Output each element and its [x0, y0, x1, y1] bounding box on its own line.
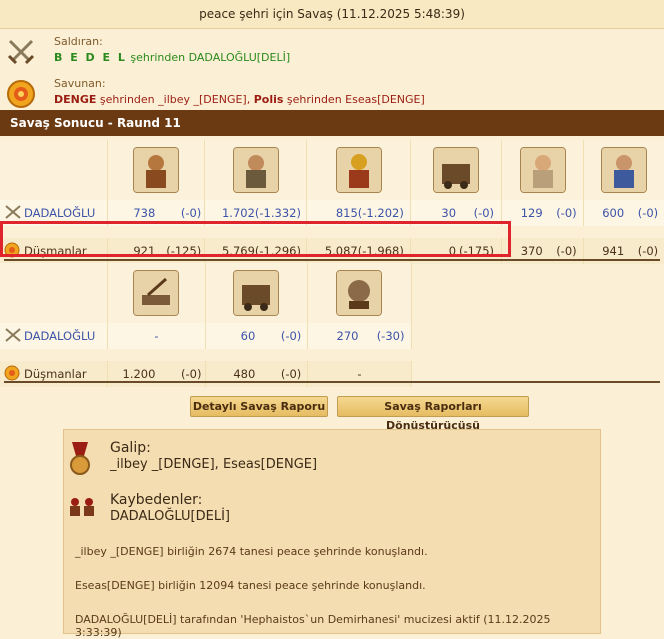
spacer: [0, 349, 412, 361]
shield-emblem-icon: [7, 80, 35, 108]
crossed-swords-icon: [7, 39, 35, 65]
spearman-unit-icon: [601, 147, 648, 193]
battle-result-header: Savaş Sonucu - Raund 11: [0, 110, 664, 136]
attacker-rest[interactable]: şehrinden DADALOĞLU[DELİ]: [127, 51, 290, 64]
attacker-name-link[interactable]: DADALOĞLU: [24, 206, 95, 220]
table-cell: 60 (-0): [205, 323, 308, 349]
table-cell: 600 (-0): [583, 200, 664, 226]
divider: [4, 381, 660, 383]
units-table-2: DADALOĞLU - 60 (-0) 270 (-30) Düşmanlar 1.…: [0, 263, 413, 387]
highlight-box: [0, 221, 511, 257]
engine-unit-icon: [336, 270, 383, 316]
shield-emblem-icon: [4, 365, 20, 381]
divider: [4, 259, 660, 261]
phalanx-unit-icon: [335, 147, 382, 193]
defender-mid1[interactable]: şehrinden _ilbey _[DENGE],: [96, 93, 253, 106]
attacker-player-link[interactable]: B E D E L: [54, 51, 127, 64]
catapult-unit-icon: [133, 270, 180, 316]
medal-icon: [70, 442, 90, 475]
attacker-line: B E D E L şehrinden DADALOĞLU[DELİ]: [54, 51, 290, 64]
table-cell: -: [307, 361, 413, 387]
attacker-label: Saldıran:: [54, 35, 103, 48]
attacker-section: Saldıran: B E D E L şehrinden DADALOĞLU[…: [0, 31, 664, 71]
crossed-swords-icon: [5, 328, 21, 342]
siege-unit-icon: [233, 270, 280, 316]
loser-label: Kaybedenler:: [110, 492, 203, 508]
defender-row-label: Düşmanlar: [0, 361, 109, 387]
defender-mid2[interactable]: şehrinden Eseas[DENGE]: [283, 93, 425, 106]
winner-label: Galip:: [110, 440, 151, 456]
battle-summary-panel: Galip: _ilbey _[DENGE], Eseas[DENGE] Kay…: [63, 429, 601, 639]
detailed-report-button[interactable]: Detaylı Savaş Raporu: [190, 396, 328, 417]
summary-message: DADALOĞLU[DELİ] tarafından 'Hephaistos`u…: [75, 613, 551, 639]
hoplite-unit-icon: [133, 147, 180, 193]
defender-player2-link[interactable]: Polis: [254, 93, 284, 106]
report-converter-button[interactable]: Savaş Raporları Dönüştürücüsü: [337, 396, 529, 432]
defender-line: DENGE şehrinden _ilbey _[DENGE], Polis ş…: [54, 93, 425, 106]
table-cell: 480 (-0): [205, 361, 308, 387]
crossed-swords-icon: [5, 205, 21, 219]
table-cell: 1.200 (-0): [107, 361, 206, 387]
winner-value: _ilbey _[DENGE], Eseas[DENGE]: [110, 457, 318, 472]
empty-cell: [0, 140, 109, 200]
defender-label: Savunan:: [54, 77, 106, 90]
loser-value: DADALOĞLU[DELİ]: [110, 509, 230, 524]
summary-message: Eseas[DENGE] birliğin 12094 tanesi peace…: [75, 579, 426, 592]
table-cell: -: [107, 323, 206, 349]
ram-unit-icon: [433, 147, 480, 193]
attacker-name-link[interactable]: DADALOĞLU: [24, 329, 95, 343]
attacker-row-label: DADALOĞLU: [0, 323, 109, 349]
archer-unit-icon: [519, 147, 566, 193]
defender-player1-link[interactable]: DENGE: [54, 93, 96, 106]
table-cell: 270 (-30): [307, 323, 413, 349]
empty-cell: [0, 263, 109, 323]
summary-message: _ilbey _[DENGE] birliğin 2674 tanesi pea…: [75, 545, 428, 558]
swordsman-unit-icon: [232, 147, 279, 193]
defender-name: Düşmanlar: [24, 367, 87, 381]
table-cell: 129 (-0): [501, 200, 585, 226]
battle-title: peace şehri için Savaş (11.12.2025 5:48:…: [0, 0, 664, 29]
defender-section: Savunan: DENGE şehrinden _ilbey _[DENGE]…: [0, 73, 664, 113]
fallen-soldiers-icon: [70, 498, 94, 516]
